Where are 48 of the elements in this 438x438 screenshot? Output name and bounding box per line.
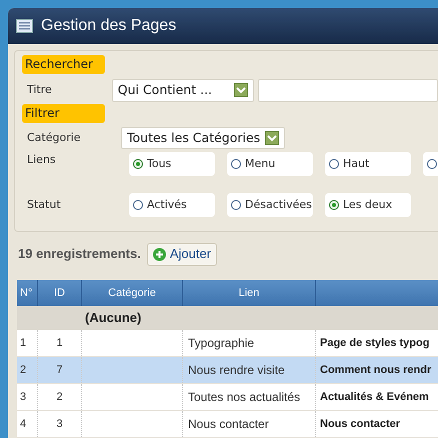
table-row[interactable]: 1 1 Typographie Page de styles typog (17, 330, 438, 357)
field-label: Titre (26, 82, 53, 98)
radio-option[interactable]: Activés (129, 193, 215, 217)
table-cell: Typographie (183, 330, 316, 356)
window-title: Gestion des Pages (41, 16, 176, 36)
field-label: Catégorie (26, 130, 82, 146)
radio-icon[interactable] (133, 200, 143, 210)
radio-icon[interactable] (329, 200, 339, 210)
table-cell: 3 (17, 384, 38, 410)
table-cell: Toutes nos actualités (183, 384, 316, 410)
record-count: 19 enregistrements. (18, 245, 141, 264)
section-heading: Rechercher (22, 55, 105, 74)
table-cell: 2 (38, 384, 82, 410)
radio-option[interactable]: Les deux (325, 193, 411, 217)
category-select[interactable]: Toutes les Catégories (121, 127, 285, 149)
search-field[interactable] (258, 78, 438, 102)
table-row[interactable]: 3 2 Toutes nos actualités Actualités & Evénem (17, 384, 438, 411)
table-cell-text: Page de styles typog (319, 336, 430, 351)
table-cell: 7 (38, 357, 82, 383)
table-cell: 3 (38, 411, 82, 437)
table-row[interactable]: 4 3 Nous contacter Nous contacter (17, 411, 438, 438)
radio-option[interactable]: Haut (325, 152, 411, 176)
radio-icon[interactable] (427, 159, 437, 169)
field-label: Liens (26, 152, 57, 168)
table-cell: 4 (17, 411, 38, 437)
table-cell-text: Actualités & Evénem (319, 390, 430, 405)
table-cell: 2 (17, 357, 38, 383)
radio-icon[interactable] (329, 159, 339, 169)
table-cell: 1 (17, 330, 38, 356)
add-button[interactable]: Ajouter (146, 242, 218, 266)
table-cell-text: Comment nous rendr (319, 362, 432, 378)
radio-option[interactable]: Tous (129, 152, 215, 176)
plus-icon (152, 248, 166, 260)
table-cell: Nous contacter (183, 411, 316, 437)
table-cell-text: Nous contacter (319, 416, 402, 432)
radio-icon[interactable] (133, 159, 143, 169)
list-icon (16, 19, 33, 33)
radio-icon[interactable] (231, 200, 241, 210)
table-cell: Nous rendre visite (183, 357, 316, 383)
section-heading: Filtrer (22, 104, 105, 123)
radio-option[interactable]: Menu (227, 152, 313, 176)
radio-option[interactable]: Désactivées (227, 193, 313, 217)
field-label: Statut (26, 196, 62, 213)
radio-icon[interactable] (231, 159, 241, 169)
table-cell: 1 (38, 330, 82, 356)
table-row[interactable]: 2 7 Nous rendre visite Comment nous rendr (17, 357, 438, 384)
operator-select[interactable]: Qui Contient ... (112, 78, 254, 102)
group-label: (Aucune) (84, 309, 142, 327)
